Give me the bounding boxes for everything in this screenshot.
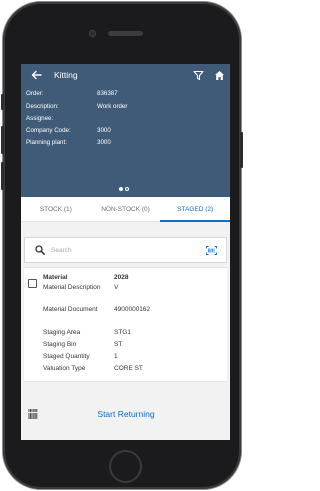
home-button[interactable]: [109, 450, 142, 483]
header-row: Order: 836387: [26, 90, 118, 97]
field-label: Material Document: [43, 306, 98, 313]
field-row: Staging Area STG1: [43, 329, 131, 338]
start-returning-button[interactable]: Start Returning: [61, 405, 191, 423]
earpiece-speaker: [108, 31, 143, 36]
tab-bar: STOCK (1) NON-STOCK (0) STAGED (2): [21, 197, 230, 222]
barcode-icon[interactable]: [28, 407, 38, 419]
home-icon: [214, 70, 224, 80]
field-row: Staging Bin ST: [43, 341, 122, 350]
app-bar: Kitting: [21, 64, 230, 86]
page-indicator[interactable]: [119, 187, 129, 191]
item-checkbox[interactable]: [28, 279, 37, 288]
home-nav-button[interactable]: [211, 67, 227, 83]
field-row: Valuation Type CORE ST: [43, 365, 143, 374]
scan-button[interactable]: [204, 243, 218, 257]
field-row: Staged Quantity 1: [43, 353, 118, 362]
power-button: [240, 132, 243, 168]
field-value: 2028: [114, 274, 129, 281]
field-row: Material Description V: [43, 284, 118, 293]
header-row: Planning plant: 3000: [26, 139, 111, 146]
field-label: Staging Bin: [43, 341, 77, 348]
header-value: 3000: [97, 127, 111, 134]
header-label: Description:: [26, 103, 59, 110]
page-dot[interactable]: [119, 187, 123, 191]
search-input[interactable]: [51, 246, 204, 254]
field-value: STG1: [114, 329, 131, 336]
back-button[interactable]: [25, 64, 47, 86]
filter-button[interactable]: [190, 67, 206, 83]
order-header: Order: 836387 Description: Work order As…: [21, 86, 230, 197]
tab-stock[interactable]: STOCK (1): [21, 197, 91, 221]
app-screen: Kitting Order: 836387 Description: Work …: [21, 64, 230, 440]
field-row: Material 2028: [43, 274, 128, 283]
filter-icon: [192, 70, 204, 80]
field-row: Material Document 4900000162: [43, 306, 150, 315]
header-label: Planning plant:: [26, 139, 67, 146]
header-label: Order:: [26, 90, 44, 97]
mute-switch: [1, 94, 4, 110]
staged-item-card[interactable]: Material 2028 Material Description V Mat…: [24, 267, 227, 382]
field-label: Valuation Type: [43, 365, 86, 372]
search-icon: [33, 243, 47, 257]
page-dot[interactable]: [125, 187, 129, 191]
scan-icon: [205, 245, 217, 255]
header-value: Work order: [97, 103, 128, 110]
field-value: 4900000162: [114, 306, 151, 313]
field-value: ST: [114, 341, 123, 348]
header-value: 836387: [97, 90, 118, 97]
phone-frame: Kitting Order: 836387 Description: Work …: [1, 2, 243, 489]
header-row: Description: Work order: [26, 103, 128, 110]
page-title: Kitting: [54, 70, 78, 80]
field-label: Staged Quantity: [43, 353, 90, 360]
header-value: 3000: [97, 139, 111, 146]
header-row: Assignee:: [26, 115, 97, 122]
front-camera: [89, 30, 96, 37]
back-arrow-icon: [31, 70, 42, 80]
field-value: CORE ST: [114, 365, 143, 372]
header-row: Company Code: 3000: [26, 127, 111, 134]
header-label: Company Code:: [26, 127, 71, 134]
header-label: Assignee:: [26, 115, 54, 122]
volume-up-button: [1, 126, 4, 154]
tab-staged[interactable]: STAGED (2): [160, 197, 230, 222]
tab-non-stock[interactable]: NON-STOCK (0): [91, 197, 161, 221]
field-value: V: [114, 284, 119, 291]
volume-down-button: [1, 162, 4, 190]
field-label: Staging Area: [43, 329, 81, 336]
field-label: Material: [43, 274, 68, 281]
footer-bar: Start Returning: [21, 390, 230, 440]
field-value: 1: [114, 353, 118, 360]
field-label: Material Description: [43, 284, 101, 291]
search-bar: [24, 237, 227, 263]
